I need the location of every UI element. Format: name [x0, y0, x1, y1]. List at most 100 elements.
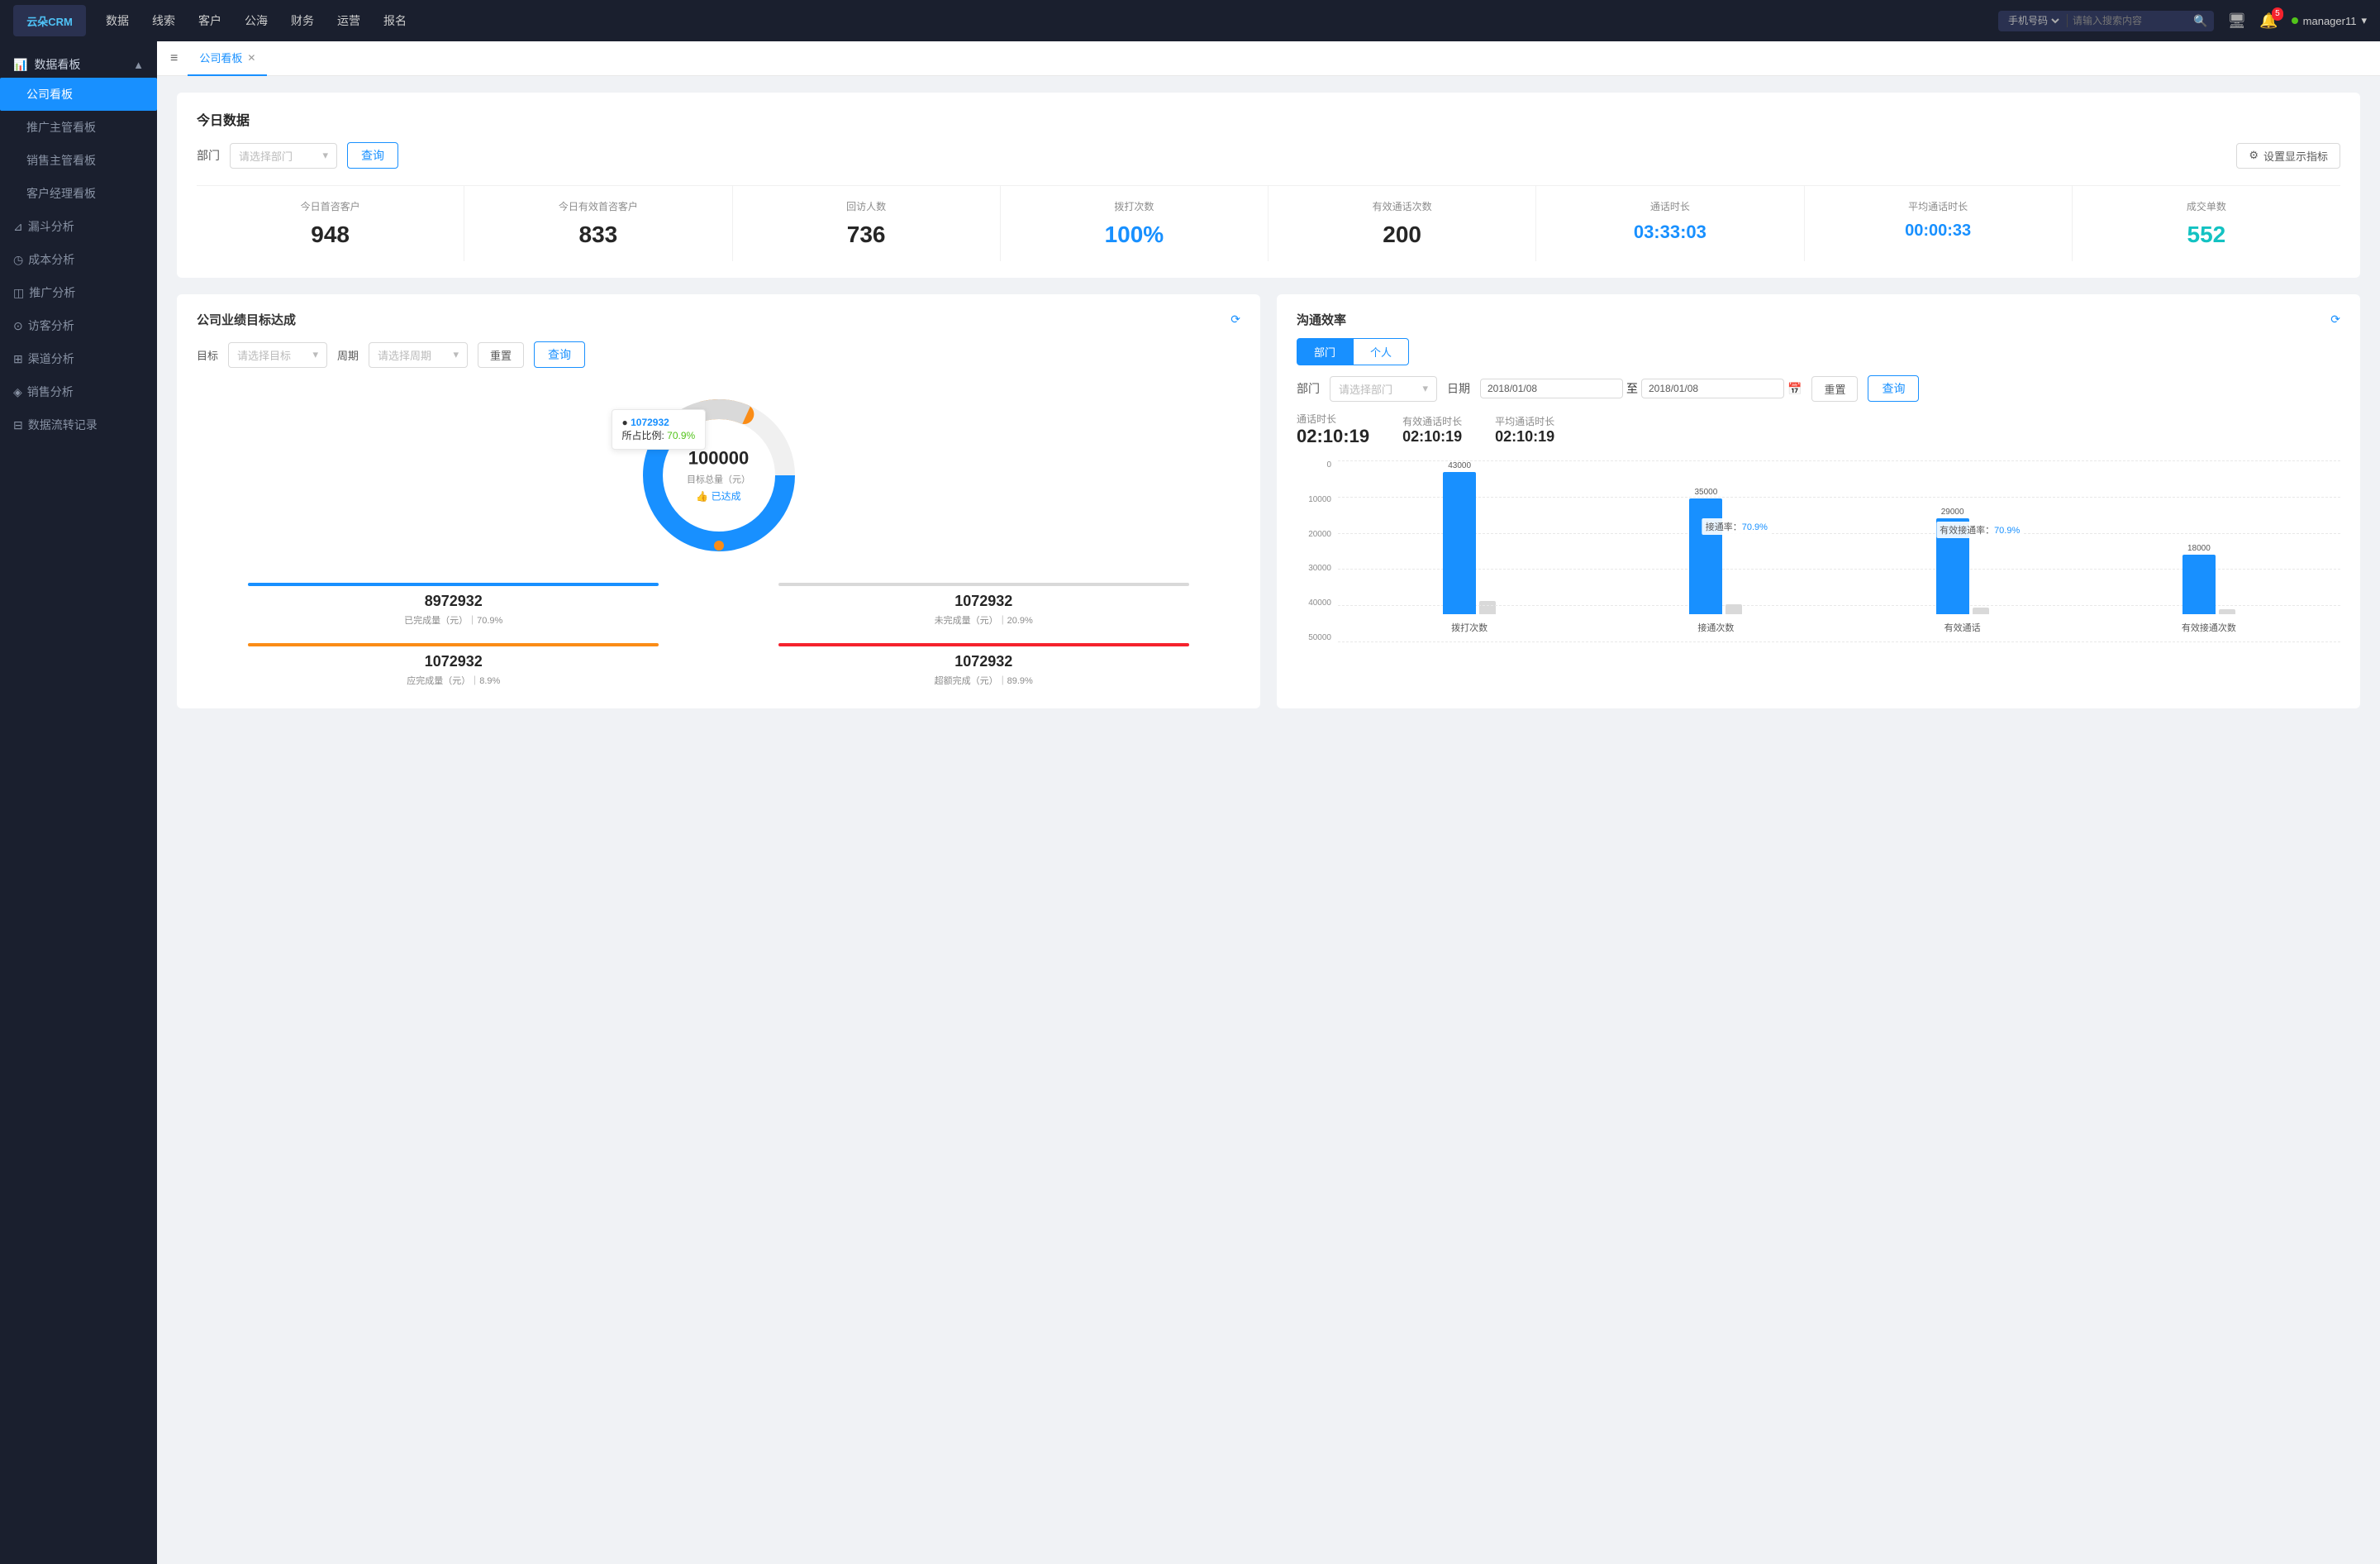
bar-chart: 50000 40000 30000 20000 10000 0 [1297, 460, 2340, 692]
perf-stat-should: 1072932 应完成量（元）｜8.9% [197, 643, 711, 687]
perf-label-should: 应完成量（元）｜8.9% [197, 674, 711, 687]
dept-select[interactable]: 请选择部门 ▾ [230, 143, 337, 169]
comm-date-label: 日期 [1447, 380, 1470, 397]
calendar-icon[interactable]: 📅 [1787, 382, 1802, 396]
tab-person-button[interactable]: 个人 [1353, 338, 1409, 365]
nav-operation[interactable]: 运营 [337, 12, 360, 29]
stat-value-0: 948 [207, 222, 454, 248]
bar-connect-secondary [1726, 604, 1742, 614]
nav-customer[interactable]: 客户 [198, 12, 221, 29]
dept-select-placeholder: 请选择部门 [239, 148, 293, 164]
search-input[interactable] [2073, 15, 2188, 26]
sidebar-item-promo-mgr[interactable]: 推广主管看板 [0, 111, 157, 144]
sidebar-section-dashboard[interactable]: 📊 数据看板 ▲ [0, 48, 157, 78]
perf-stat-completed: 8972932 已完成量（元）｜70.9% [197, 583, 711, 627]
nav-items: 数据 线索 客户 公海 财务 运营 报名 [106, 12, 1978, 29]
bar-label-18000: 18000 [2187, 544, 2211, 553]
comm-refresh-icon[interactable]: ⟳ [2330, 312, 2340, 327]
perf-reset-button[interactable]: 重置 [478, 342, 524, 368]
bar-dial-secondary [1479, 601, 1496, 614]
stat-label-0: 今日首咨客户 [207, 199, 454, 213]
perf-refresh-icon[interactable]: ⟳ [1230, 312, 1240, 327]
content-area: 今日数据 部门 请选择部门 ▾ 查询 ⚙ 设置显示指标 今日首咨客户 [157, 76, 2380, 725]
tooltip-value: 1072932 [631, 417, 669, 428]
two-col-section: 公司业绩目标达成 ⟳ 目标 请选择目标 ▾ 周期 请选择周期 ▾ [177, 294, 2360, 708]
tab-dept-button[interactable]: 部门 [1297, 338, 1353, 365]
sidebar-item-company[interactable]: 公司看板 [0, 78, 157, 111]
today-query-button[interactable]: 查询 [347, 142, 398, 169]
date-end-input[interactable] [1641, 379, 1784, 398]
comm-reset-button[interactable]: 重置 [1811, 376, 1858, 402]
perf-bar-over [778, 643, 1189, 646]
hamburger-icon[interactable]: ≡ [170, 51, 178, 66]
target-select[interactable]: 请选择目标 ▾ [228, 342, 327, 368]
bar-label-29000: 29000 [1941, 508, 1964, 517]
comm-tab-group: 部门 个人 [1297, 338, 2340, 365]
sidebar-item-customer-mgr[interactable]: 客户经理看板 [0, 177, 157, 210]
search-type-select[interactable]: 手机号码 [2005, 14, 2062, 27]
search-divider [2067, 14, 2068, 27]
sidebar-collapse-icon[interactable]: ▲ [133, 59, 144, 71]
period-select[interactable]: 请选择周期 ▾ [369, 342, 468, 368]
perf-stats-grid: 8972932 已完成量（元）｜70.9% 1072932 未完成量（元）｜20… [197, 583, 1240, 687]
tab-label: 公司看板 [199, 50, 242, 65]
date-start-input[interactable] [1480, 379, 1623, 398]
tab-close-icon[interactable]: ✕ [247, 52, 255, 64]
stat-value-2: 736 [743, 222, 990, 248]
online-indicator [2292, 17, 2298, 24]
notification-icon[interactable]: 🔔 5 [2259, 12, 2278, 30]
perf-bar-completed [248, 583, 659, 586]
logo[interactable]: 云朵CRM [13, 5, 86, 36]
date-range: 至 📅 [1480, 379, 1802, 398]
avg-duration-label: 平均通话时长 [1495, 414, 1554, 428]
sidebar-item-channel[interactable]: ⊞渠道分析 [0, 342, 157, 375]
main-layout: 📊 数据看板 ▲ 公司看板 推广主管看板 销售主管看板 客户经理看板 ⊿漏斗分析… [0, 41, 2380, 1564]
perf-stat-over: 1072932 超额完成（元）｜89.9% [727, 643, 1241, 687]
user-dropdown-icon[interactable]: ▾ [2361, 14, 2367, 27]
comm-title: 沟通效率 [1297, 311, 1346, 328]
nav-finance[interactable]: 财务 [291, 12, 314, 29]
settings-button[interactable]: ⚙ 设置显示指标 [2236, 143, 2340, 169]
comm-dept-select[interactable]: 请选择部门 ▾ [1330, 376, 1437, 402]
nav-data[interactable]: 数据 [106, 12, 129, 29]
top-navigation: 云朵CRM 数据 线索 客户 公海 财务 运营 报名 手机号码 🔍 🖥 🔔 5 … [0, 0, 2380, 41]
sidebar-item-funnel[interactable]: ⊿漏斗分析 [0, 210, 157, 243]
group-label-valid-connect: 有效接通次数 [2182, 621, 2236, 634]
sidebar-item-cost[interactable]: ◷成本分析 [0, 243, 157, 276]
perf-stat-incomplete: 1072932 未完成量（元）｜20.9% [727, 583, 1241, 627]
donut-total-label: 目标总量（元） [687, 473, 750, 486]
nav-sea[interactable]: 公海 [245, 12, 268, 29]
sidebar-item-sales-mgr[interactable]: 销售主管看板 [0, 144, 157, 177]
nav-signup[interactable]: 报名 [383, 12, 407, 29]
tab-company-board[interactable]: 公司看板 ✕ [188, 41, 267, 76]
comm-query-button[interactable]: 查询 [1868, 375, 1919, 402]
sidebar-item-visitor[interactable]: ⊙访客分析 [0, 309, 157, 342]
group-label-connect: 接通次数 [1697, 621, 1734, 634]
sidebar-item-promo-analysis[interactable]: ◫推广分析 [0, 276, 157, 309]
valid-duration-label: 有效通话时长 [1402, 414, 1462, 428]
perf-value-completed: 8972932 [197, 593, 711, 610]
stat-value-4: 200 [1278, 222, 1526, 248]
search-icon[interactable]: 🔍 [2193, 14, 2207, 28]
stat-value-7: 552 [2082, 222, 2330, 248]
stat-value-6: 00:00:33 [1815, 222, 2062, 241]
call-duration-label: 通话时长 [1297, 412, 1369, 426]
bar-dial-main [1443, 472, 1476, 614]
nav-leads[interactable]: 线索 [152, 12, 175, 29]
today-section-title: 今日数据 [197, 109, 2340, 129]
search-box: 手机号码 🔍 [1998, 11, 2214, 31]
sidebar-item-data-flow[interactable]: ⊟数据流转记录 [0, 408, 157, 441]
username: manager11 [2303, 15, 2357, 27]
user-info[interactable]: manager11 ▾ [2292, 14, 2367, 27]
stat-call-duration: 通话时长 03:33:03 [1536, 186, 1804, 261]
stat-valid-calls: 有效通话次数 200 [1269, 186, 1536, 261]
bar-label-35000: 35000 [1694, 488, 1717, 497]
stat-value-5: 03:33:03 [1546, 222, 1793, 243]
dashboard-icon: 📊 [13, 58, 27, 72]
donut-status: 👍 已达成 [687, 489, 750, 503]
monitor-icon[interactable]: 🖥 [2227, 12, 2246, 30]
sidebar-item-sales-analysis[interactable]: ◈销售分析 [0, 375, 157, 408]
stat-dial-count: 拨打次数 100% [1001, 186, 1269, 261]
today-filter-row: 部门 请选择部门 ▾ 查询 ⚙ 设置显示指标 [197, 142, 2340, 169]
perf-query-button[interactable]: 查询 [534, 341, 585, 368]
